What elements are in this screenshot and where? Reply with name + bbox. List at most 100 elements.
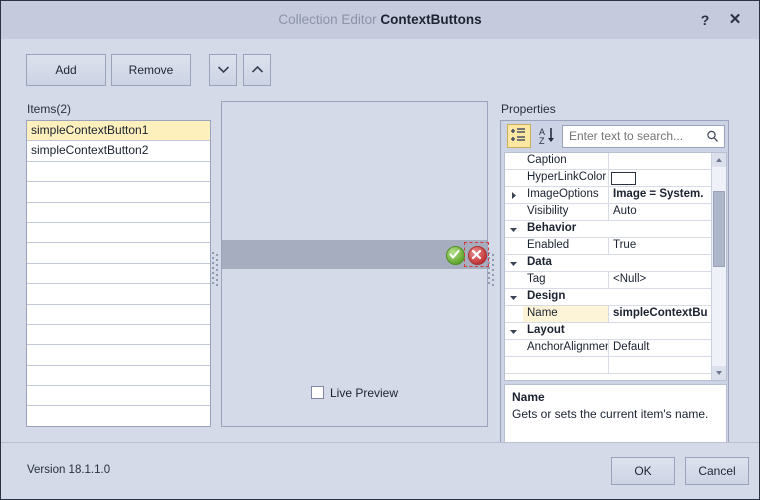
- live-preview-label: Live Preview: [329, 386, 399, 400]
- property-grid-scrollbar[interactable]: [711, 153, 726, 380]
- preview-panel: Live Preview: [221, 101, 489, 427]
- property-row[interactable]: Caption: [505, 153, 713, 170]
- chevron-down-icon[interactable]: [509, 225, 518, 234]
- property-row[interactable]: Enabled True: [505, 238, 713, 255]
- list-item[interactable]: [27, 202, 210, 223]
- property-row[interactable]: ImageOptions Image = System.: [505, 187, 713, 204]
- property-category-row[interactable]: Design: [505, 289, 713, 306]
- splitter-right[interactable]: [488, 252, 495, 286]
- list-item[interactable]: [27, 263, 210, 285]
- description-text: Gets or sets the current item's name.: [512, 407, 709, 421]
- title-bar: Collection Editor ContextButtons ? ✕: [1, 1, 759, 40]
- property-category-label: Layout: [527, 324, 565, 336]
- color-swatch[interactable]: [611, 171, 636, 185]
- search-box[interactable]: [562, 125, 725, 148]
- sort-alphabetical-icon[interactable]: A Z: [535, 124, 559, 148]
- property-row[interactable]: Tag <Null>: [505, 272, 713, 289]
- live-preview-checkbox[interactable]: [310, 386, 324, 399]
- property-value[interactable]: True: [609, 238, 713, 254]
- list-item[interactable]: simpleContextButton1: [27, 121, 210, 142]
- property-category-label: Behavior: [527, 222, 577, 234]
- property-category-row[interactable]: Behavior: [505, 221, 713, 238]
- window-title-main: ContextButtons: [380, 12, 482, 27]
- chevron-down-icon[interactable]: [509, 327, 518, 336]
- window-title: Collection Editor ContextButtons: [1, 12, 759, 27]
- preview-context-bar: [222, 240, 489, 269]
- help-button[interactable]: ?: [693, 9, 717, 31]
- splitter-left[interactable]: [212, 252, 219, 286]
- list-item[interactable]: [27, 284, 210, 305]
- cancel-button[interactable]: Cancel: [685, 457, 749, 485]
- scrollbar-thumb[interactable]: [713, 191, 725, 267]
- property-name: AnchorAlignment: [523, 340, 609, 356]
- move-down-button[interactable]: [209, 54, 237, 86]
- list-item[interactable]: [27, 222, 210, 244]
- categorize-icon[interactable]: [507, 124, 531, 148]
- property-name: ImageOptions: [523, 187, 609, 203]
- property-row[interactable]: [505, 357, 713, 374]
- chevron-up-icon: [251, 64, 264, 76]
- property-value[interactable]: <Null>: [609, 272, 713, 288]
- property-name: Name: [523, 306, 609, 322]
- scroll-down-arrow[interactable]: [712, 366, 726, 380]
- search-input[interactable]: [569, 129, 719, 143]
- selection-marquee: [464, 242, 489, 267]
- list-item[interactable]: [27, 182, 210, 203]
- property-grid-rows: Caption HyperLinkColor ImageOptions Image =…: [505, 153, 713, 380]
- property-value[interactable]: Image = System.: [609, 187, 713, 203]
- dialog-footer: Version 18.1.1.0 OK Cancel: [1, 442, 759, 499]
- chevron-down-icon[interactable]: [509, 259, 518, 268]
- property-name: Caption: [523, 153, 609, 169]
- property-value[interactable]: [609, 357, 713, 373]
- chevron-down-icon: [217, 64, 230, 76]
- property-category-label: Data: [527, 256, 552, 268]
- version-label: Version 18.1.1.0: [27, 464, 111, 476]
- remove-button[interactable]: Remove: [111, 54, 191, 86]
- list-item[interactable]: [27, 365, 210, 387]
- property-value[interactable]: simpleContextBu: [609, 306, 713, 322]
- property-row[interactable]: Visibility Auto: [505, 204, 713, 221]
- property-row[interactable]: HyperLinkColor: [505, 170, 713, 187]
- list-item[interactable]: [27, 386, 210, 407]
- property-category-row[interactable]: Layout: [505, 323, 713, 340]
- items-list[interactable]: simpleContextButton1 simpleContextButton2: [26, 120, 211, 427]
- property-name: Enabled: [523, 238, 609, 254]
- property-name: Tag: [523, 272, 609, 288]
- green-check-circle-icon[interactable]: [446, 246, 465, 265]
- list-item[interactable]: [27, 406, 210, 426]
- move-up-button[interactable]: [243, 54, 271, 86]
- list-item[interactable]: [27, 345, 210, 366]
- ok-button[interactable]: OK: [611, 457, 675, 485]
- property-name: HyperLinkColor: [523, 170, 609, 186]
- chevron-down-icon[interactable]: [509, 293, 518, 302]
- list-item[interactable]: [27, 304, 210, 325]
- collection-editor-dialog: Collection Editor ContextButtons ? ✕ Add…: [0, 0, 760, 500]
- property-grid[interactable]: Caption HyperLinkColor ImageOptions Image =…: [504, 152, 727, 381]
- property-value[interactable]: Default: [609, 340, 713, 356]
- list-item[interactable]: [27, 161, 210, 183]
- chevron-right-icon[interactable]: [509, 191, 518, 200]
- dialog-body: Add Remove Items(2) simpleContextButton1…: [1, 39, 759, 499]
- property-name: [523, 357, 609, 373]
- property-row[interactable]: AnchorAlignment Default: [505, 340, 713, 357]
- properties-toolbar: A Z: [504, 124, 725, 150]
- property-row[interactable]: Name simpleContextBu: [505, 306, 713, 323]
- add-button[interactable]: Add: [26, 54, 106, 86]
- properties-label: Properties: [501, 102, 556, 116]
- list-item[interactable]: [27, 243, 210, 264]
- property-category-label: Design: [527, 290, 566, 302]
- property-category-row[interactable]: Data: [505, 255, 713, 272]
- property-value[interactable]: Auto: [609, 204, 713, 220]
- close-button[interactable]: ✕: [723, 9, 747, 31]
- live-preview-row: Live Preview: [222, 386, 487, 400]
- list-item[interactable]: simpleContextButton2: [27, 141, 210, 162]
- description-title: Name: [512, 390, 545, 404]
- property-name: Visibility: [523, 204, 609, 220]
- properties-panel: A Z CaptionH: [500, 120, 729, 461]
- property-value[interactable]: [609, 153, 713, 169]
- list-item[interactable]: [27, 324, 210, 346]
- svg-text:Z: Z: [539, 136, 545, 146]
- window-title-prefix: Collection Editor: [278, 12, 377, 27]
- items-label: Items(2): [27, 102, 72, 116]
- scroll-up-arrow[interactable]: [712, 153, 726, 167]
